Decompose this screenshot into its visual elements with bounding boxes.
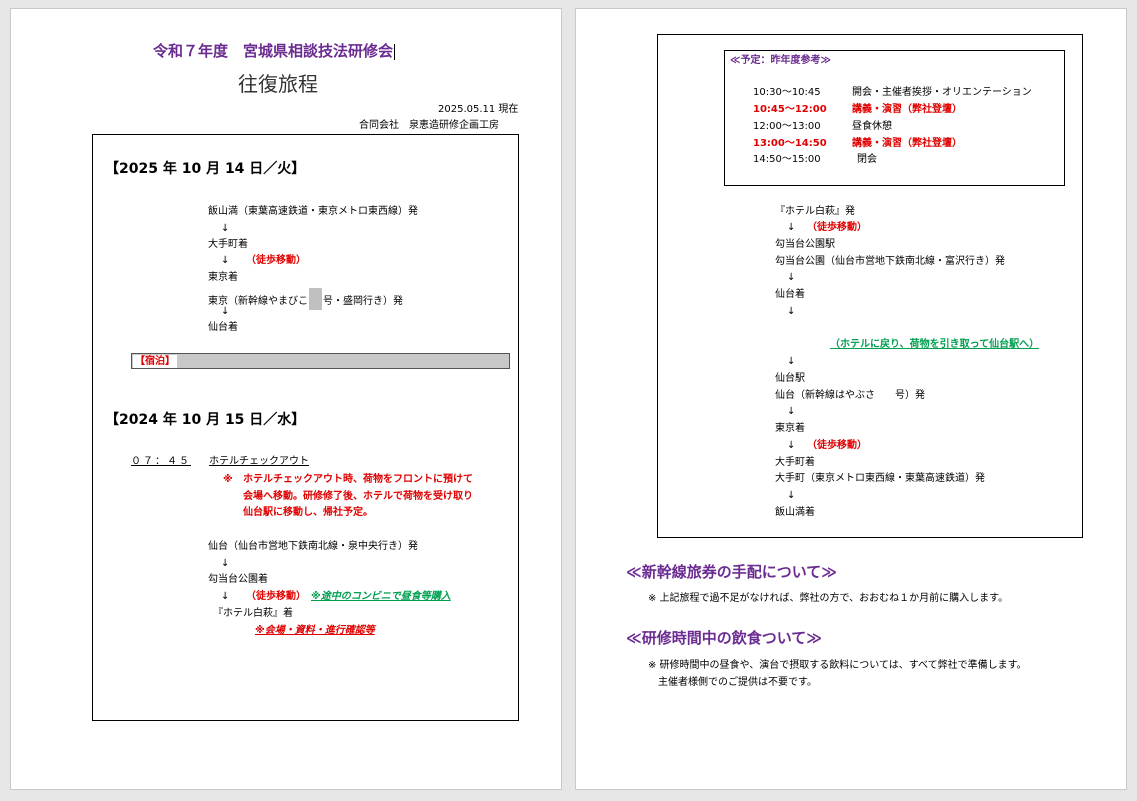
checkout-label: ホテルチェックアウト <box>209 456 309 467</box>
schedule-text-1: 開会・主催者挨拶・オリエンテーション <box>852 87 1032 98</box>
stay-label: 【宿泊】 <box>133 355 177 368</box>
down-arrow: ↓ <box>221 255 230 266</box>
return-line-7: 東京着 <box>775 423 805 434</box>
day1-header: 【2025 年 10 月 14 日／火】 <box>105 161 306 177</box>
section-heading-food: ≪研修時間中の飲食ついて≫ <box>626 629 822 647</box>
checkout-note-2: 会場へ移動。研修修了後、ホテルで荷物を受け取り <box>243 491 473 502</box>
section-body-food-2: 主催者様側でのご提供は不要です。 <box>658 677 817 688</box>
schedule-text-5: 閉会 <box>857 154 877 165</box>
return-line-3: 勾当台公園（仙台市営地下鉄南北線・富沢行き）発 <box>775 256 1005 267</box>
schedule-time-5: 14:50～15:00 <box>753 154 821 165</box>
checkout-time: ０７：４５ <box>131 456 191 467</box>
checkout-note-3: 仙台駅に移動し、帰社予定。 <box>243 507 373 518</box>
schedule-title: ≪予定：昨年度参考≫ <box>730 55 831 66</box>
down-arrow: ↓ <box>787 490 796 501</box>
schedule-time-2: 10:45～12:00 <box>753 104 827 115</box>
document-subtitle: 往復旅程 <box>238 72 318 96</box>
walk-note: （徒歩移動） <box>807 440 867 451</box>
down-arrow: ↓ <box>221 306 230 317</box>
down-arrow: ↓ <box>787 356 796 367</box>
day2-line-1: 仙台（仙台市営地下鉄南北線・泉中央行き）発 <box>208 541 418 552</box>
document-title: 令和７年度 宮城県相談技法研修会 <box>153 41 396 61</box>
day1-line-1: 飯山満（東葉高速鉄道・東京メトロ東西線）発 <box>208 206 418 217</box>
confirm-note: ※会場・資料・進行確認等 <box>255 625 375 636</box>
stay-bar: 【宿泊】 <box>131 353 510 369</box>
down-arrow: ↓ <box>787 440 796 451</box>
note-mark: ※ <box>223 474 233 485</box>
down-arrow: ↓ <box>787 406 796 417</box>
day2-header: 【2024 年 10 月 15 日／水】 <box>105 412 306 428</box>
return-line-6: 仙台（新幹線はやぶさ 号）発 <box>775 390 925 401</box>
down-arrow: ↓ <box>221 591 230 602</box>
day2-line-3: 『ホテル白萩』着 <box>213 608 293 619</box>
day1-line-2: 大手町着 <box>208 239 248 250</box>
section-body-food-1: ※ 研修時間中の昼食や、演台で摂取する飲料については、すべて弊社で準備します。 <box>648 660 1027 671</box>
walk-note: （徒歩移動） <box>246 591 306 602</box>
return-line-2: 勾当台公園駅 <box>775 239 835 250</box>
day1-line-5: 仙台着 <box>208 322 238 333</box>
section-body-tickets: ※ 上記旅程で過不足がなければ、弊社の方で、おおむね１か月前に購入します。 <box>648 593 1009 604</box>
document-page-1: 令和７年度 宮城県相談技法研修会 往復旅程 2025.05.11 現在 合同会社… <box>10 8 562 790</box>
schedule-time-1: 10:30～10:45 <box>753 87 821 98</box>
date-line: 2025.05.11 現在 <box>438 104 519 115</box>
hotel-return-note: （ホテルに戻り、荷物を引き取って仙台駅へ） <box>830 339 1040 350</box>
blank-field <box>309 288 322 310</box>
checkout-note-1: ホテルチェックアウト時、荷物をフロントに預けて <box>243 474 473 485</box>
document-page-2: ≪予定：昨年度参考≫ 10:30～10:45 開会・主催者挨拶・オリエンテーショ… <box>575 8 1127 790</box>
schedule-text-2: 講義・演習（弊社登壇） <box>852 104 962 115</box>
day1-line-3: 東京着 <box>208 272 238 283</box>
return-line-4: 仙台着 <box>775 289 805 300</box>
convenience-note: ※途中のコンビニで昼食等購入 <box>311 591 451 602</box>
down-arrow: ↓ <box>787 272 796 283</box>
day2-line-2: 勾当台公園着 <box>208 574 268 585</box>
day1-line-4b: 号・盛岡行き）発 <box>323 296 403 307</box>
return-line-5: 仙台駅 <box>775 373 805 384</box>
company-name: 合同会社 泉恵造研修企画工房 <box>359 120 499 131</box>
return-line-1: 『ホテル白萩』発 <box>775 206 855 217</box>
down-arrow: ↓ <box>787 222 796 233</box>
section-heading-tickets: ≪新幹線旅券の手配について≫ <box>626 563 837 581</box>
schedule-text-3: 昼食休憩 <box>852 121 892 132</box>
day1-line-4: 東京（新幹線やまびこ 号・盛岡行き）発 <box>208 288 403 310</box>
schedule-text-4: 講義・演習（弊社登壇） <box>852 138 962 149</box>
walk-note: （徒歩移動） <box>246 255 306 266</box>
down-arrow: ↓ <box>787 306 796 317</box>
return-line-9: 大手町（東京メトロ東西線・東葉高速鉄道）発 <box>775 473 985 484</box>
text-cursor <box>394 43 396 60</box>
return-line-10: 飯山満着 <box>775 507 815 518</box>
down-arrow: ↓ <box>221 558 230 569</box>
return-line-8: 大手町着 <box>775 457 815 468</box>
walk-note: （徒歩移動） <box>807 222 867 233</box>
down-arrow: ↓ <box>221 223 230 234</box>
schedule-time-3: 12:00～13:00 <box>753 121 821 132</box>
schedule-time-4: 13:00～14:50 <box>753 138 827 149</box>
document-title-text: 令和７年度 宮城県相談技法研修会 <box>153 42 394 60</box>
